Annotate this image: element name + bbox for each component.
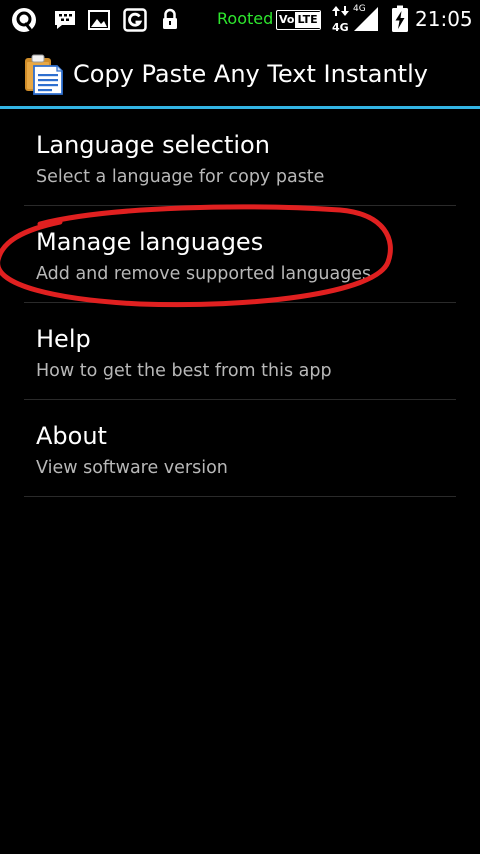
pref-item-language-selection[interactable]: Language selection Select a language for…	[24, 109, 456, 206]
g-app-icon	[123, 8, 147, 32]
status-bar: Rooted Vo LTE 4G 4G 21:05	[0, 0, 480, 38]
pref-title: About	[36, 422, 107, 450]
pref-item-about[interactable]: About View software version	[24, 400, 456, 497]
signal-icon	[354, 7, 378, 31]
pref-summary: Add and remove supported languages	[36, 264, 372, 284]
pref-summary: How to get the best from this app	[36, 361, 332, 381]
app-title: Copy Paste Any Text Instantly	[73, 60, 428, 88]
volte-lte-label: LTE	[295, 12, 320, 28]
network-large-label: 4G	[332, 21, 349, 34]
bbm-icon	[55, 11, 75, 29]
notification-o-icon	[12, 8, 36, 32]
image-icon	[88, 10, 110, 30]
volte-badge: Vo LTE	[276, 10, 321, 30]
data-arrows-icon: 4G	[332, 6, 349, 34]
volte-vo-label: Vo	[279, 13, 295, 26]
action-bar: Copy Paste Any Text Instantly	[0, 38, 480, 106]
battery-charging-icon	[392, 5, 408, 32]
pref-summary: Select a language for copy paste	[36, 167, 325, 187]
preference-list: Language selection Select a language for…	[0, 109, 480, 497]
clock: 21:05	[415, 7, 473, 31]
pref-title: Language selection	[36, 131, 270, 159]
pref-title: Manage languages	[36, 228, 264, 256]
app-clipboard-icon[interactable]	[22, 54, 64, 96]
rooted-label: Rooted	[217, 9, 274, 28]
pref-item-manage-languages[interactable]: Manage languages Add and remove supporte…	[24, 206, 456, 303]
pref-summary: View software version	[36, 458, 228, 478]
pref-item-help[interactable]: Help How to get the best from this app	[24, 303, 456, 400]
pref-title: Help	[36, 325, 91, 353]
lock-icon	[163, 8, 177, 29]
